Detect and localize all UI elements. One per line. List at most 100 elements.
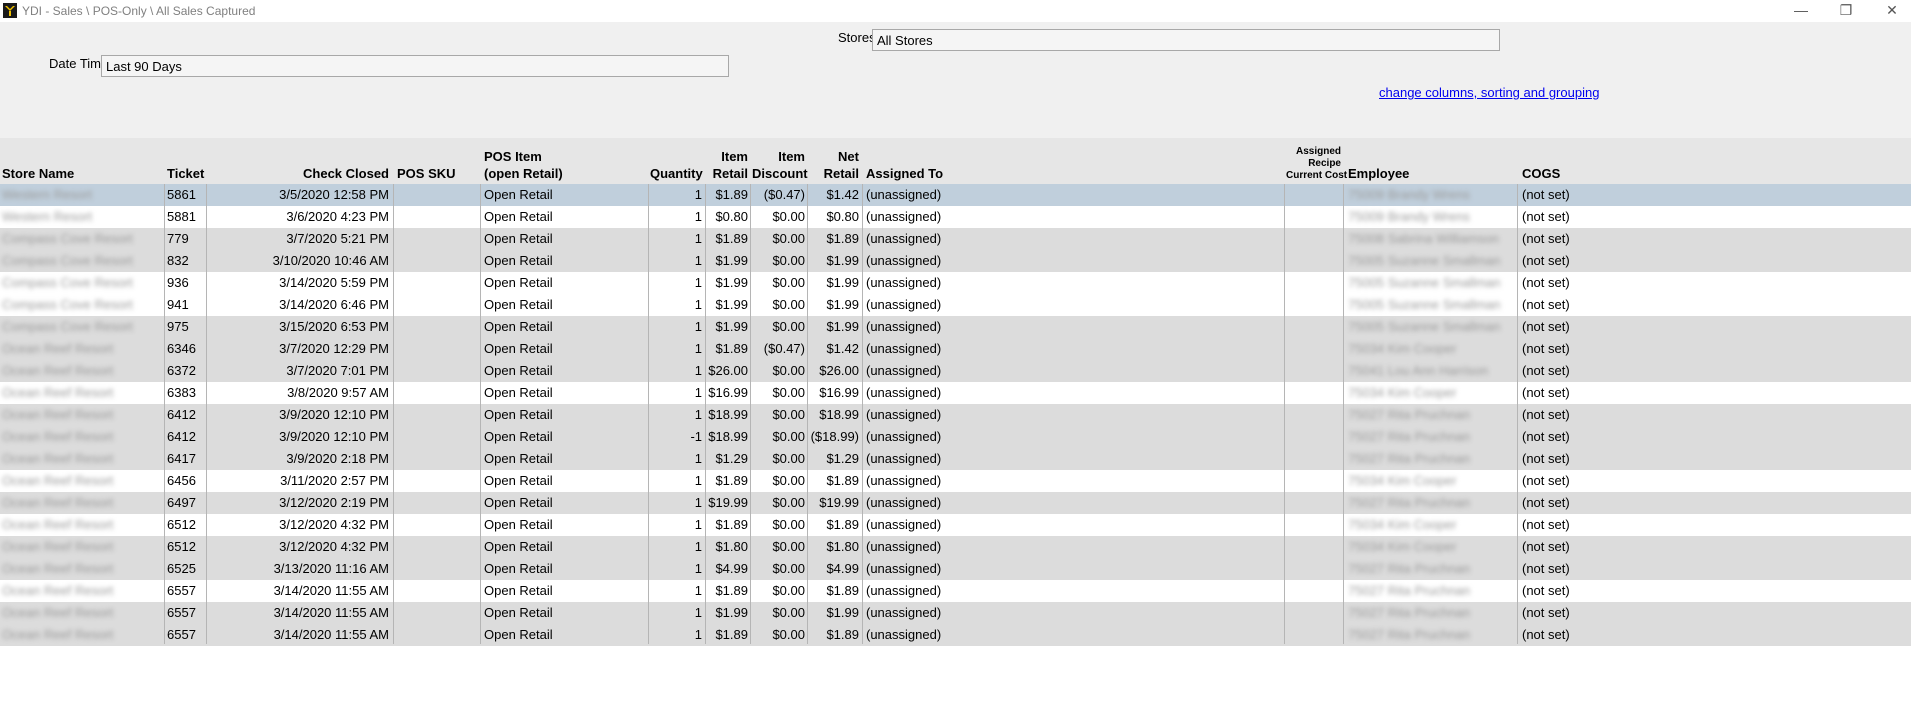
col-header-pos-sku[interactable]: POS SKU bbox=[397, 165, 456, 182]
table-row[interactable]: Ocean Reef Resort 6417 3/9/2020 2:18 PM Ope… bbox=[0, 448, 1911, 470]
table-row[interactable]: Compass Cove Resort 975 3/15/2020 6:53 PM O… bbox=[0, 316, 1911, 338]
cell-cogs: (not set) bbox=[1522, 429, 1570, 444]
cell-store-name: Ocean Reef Resort bbox=[2, 385, 114, 400]
table-row[interactable]: Ocean Reef Resort 6497 3/12/2020 2:19 PM Op… bbox=[0, 492, 1911, 514]
col-header-item-discount[interactable]: Item Discount bbox=[752, 148, 808, 182]
table-row[interactable]: Ocean Reef Resort 6346 3/7/2020 12:29 PM Op… bbox=[0, 338, 1911, 360]
cell-store-name: Compass Cove Resort bbox=[2, 231, 133, 246]
table-row[interactable]: Compass Cove Resort 941 3/14/2020 6:46 PM O… bbox=[0, 294, 1911, 316]
col-header-quantity[interactable]: Quantity bbox=[650, 165, 703, 182]
cell-assigned-to: (unassigned) bbox=[866, 627, 942, 642]
cell-pos-sku bbox=[397, 580, 477, 602]
cell-store-name: Ocean Reef Resort bbox=[2, 495, 114, 510]
cell-ticket: 6372 bbox=[167, 363, 196, 378]
stores-field[interactable]: All Stores bbox=[872, 29, 1500, 51]
cell-item-discount: $0.00 bbox=[772, 385, 805, 400]
cell-store-name: Ocean Reef Resort bbox=[2, 539, 114, 554]
col-header-check-closed[interactable]: Check Closed bbox=[210, 165, 389, 182]
cell-item-retail: $1.89 bbox=[715, 473, 748, 488]
col-header-assigned-recipe-cost[interactable]: Assigned Recipe Current Cost bbox=[1286, 146, 1347, 182]
cell-cogs: (not set) bbox=[1522, 451, 1570, 466]
cell-cogs: (not set) bbox=[1522, 275, 1570, 290]
table-row[interactable]: Ocean Reef Resort 6512 3/12/2020 4:32 PM Op… bbox=[0, 514, 1911, 536]
cell-ticket: 6346 bbox=[167, 341, 196, 356]
table-row[interactable]: Compass Cove Resort 832 3/10/2020 10:46 AM… bbox=[0, 250, 1911, 272]
cell-ticket: 5881 bbox=[167, 209, 196, 224]
minimize-button[interactable]: — bbox=[1778, 0, 1824, 22]
column-divider bbox=[164, 184, 165, 644]
cell-store-name: Ocean Reef Resort bbox=[2, 473, 114, 488]
col-header-net-retail-line2: Retail bbox=[823, 166, 859, 181]
cell-item-discount: $0.00 bbox=[772, 209, 805, 224]
table-row[interactable]: Ocean Reef Resort 6557 3/14/2020 11:55 AM O… bbox=[0, 624, 1911, 646]
table-row[interactable]: Ocean Reef Resort 6557 3/14/2020 11:55 AM O… bbox=[0, 580, 1911, 602]
cell-check-closed: 3/10/2020 10:46 AM bbox=[272, 253, 389, 268]
cell-employee: 75027 Rita Pruchnan bbox=[1348, 605, 1471, 620]
table-row[interactable]: Western Resort 5881 3/6/2020 4:23 PM Open R… bbox=[0, 206, 1911, 228]
cell-assigned-to: (unassigned) bbox=[866, 429, 942, 444]
table-row[interactable]: Ocean Reef Resort 6512 3/12/2020 4:32 PM Op… bbox=[0, 536, 1911, 558]
col-header-net-retail-line1: Net bbox=[838, 149, 859, 164]
cell-ticket: 6497 bbox=[167, 495, 196, 510]
cell-item-discount: $0.00 bbox=[772, 407, 805, 422]
cell-store-name: Ocean Reef Resort bbox=[2, 363, 114, 378]
col-header-cogs[interactable]: COGS bbox=[1522, 165, 1560, 182]
cell-cogs: (not set) bbox=[1522, 341, 1570, 356]
cell-cogs: (not set) bbox=[1522, 187, 1570, 202]
table-row[interactable]: Ocean Reef Resort 6412 3/9/2020 12:10 PM Op… bbox=[0, 404, 1911, 426]
col-header-store-name[interactable]: Store Name bbox=[2, 165, 74, 182]
table-row[interactable]: Ocean Reef Resort 6372 3/7/2020 7:01 PM Ope… bbox=[0, 360, 1911, 382]
cell-quantity: 1 bbox=[694, 319, 702, 334]
datetime-field[interactable]: Last 90 Days bbox=[101, 55, 729, 77]
cell-net-retail: $1.42 bbox=[826, 341, 859, 356]
cell-item-retail: $1.99 bbox=[715, 297, 748, 312]
col-header-assigned-to[interactable]: Assigned To bbox=[866, 165, 943, 182]
cell-employee: 75034 Kim Cooper bbox=[1348, 517, 1457, 532]
col-header-employee[interactable]: Employee bbox=[1348, 165, 1409, 182]
cell-employee: 75009 Brandy Wrens bbox=[1348, 209, 1470, 224]
maximize-button[interactable]: ❐ bbox=[1823, 0, 1869, 22]
table-row[interactable]: Ocean Reef Resort 6383 3/8/2020 9:57 AM Ope… bbox=[0, 382, 1911, 404]
cell-pos-sku bbox=[397, 536, 477, 558]
table-row[interactable]: Ocean Reef Resort 6456 3/11/2020 2:57 PM Op… bbox=[0, 470, 1911, 492]
cell-cogs: (not set) bbox=[1522, 231, 1570, 246]
cell-check-closed: 3/14/2020 11:55 AM bbox=[273, 583, 389, 598]
cell-assigned-to: (unassigned) bbox=[866, 385, 942, 400]
cell-pos-item: Open Retail bbox=[484, 319, 553, 334]
cell-quantity: -1 bbox=[690, 429, 702, 444]
change-columns-link[interactable]: change columns, sorting and grouping bbox=[1379, 85, 1599, 100]
table-row[interactable]: Ocean Reef Resort 6557 3/14/2020 11:55 AM O… bbox=[0, 602, 1911, 624]
filter-panel: Stores All Stores Date Time Last 90 Days… bbox=[0, 22, 1911, 138]
col-header-pos-item[interactable]: POS Item (open Retail) bbox=[484, 148, 563, 182]
table-row[interactable]: Compass Cove Resort 936 3/14/2020 5:59 PM O… bbox=[0, 272, 1911, 294]
cell-quantity: 1 bbox=[694, 495, 702, 510]
cell-store-name: Ocean Reef Resort bbox=[2, 561, 114, 576]
cell-item-discount: $0.00 bbox=[772, 539, 805, 554]
cell-item-retail: $1.80 bbox=[715, 539, 748, 554]
cell-pos-sku bbox=[397, 382, 477, 404]
table-row[interactable]: Compass Cove Resort 779 3/7/2020 5:21 PM Op… bbox=[0, 228, 1911, 250]
table-row[interactable]: Western Resort 5861 3/5/2020 12:58 PM Open … bbox=[0, 184, 1911, 206]
cell-item-retail: $18.99 bbox=[708, 429, 748, 444]
cell-item-discount: ($0.47) bbox=[763, 187, 805, 202]
cell-cogs: (not set) bbox=[1522, 583, 1570, 598]
table-row[interactable]: Ocean Reef Resort 6525 3/13/2020 11:16 AM O… bbox=[0, 558, 1911, 580]
col-header-pos-item-line2: (open Retail) bbox=[484, 166, 563, 181]
col-header-item-retail[interactable]: Item Retail bbox=[708, 148, 748, 182]
cell-pos-item: Open Retail bbox=[484, 517, 553, 532]
cell-assigned-to: (unassigned) bbox=[866, 297, 942, 312]
col-header-ticket[interactable]: Ticket bbox=[167, 165, 204, 182]
column-divider bbox=[648, 184, 649, 644]
table-row[interactable]: Ocean Reef Resort 6412 3/9/2020 12:10 PM Op… bbox=[0, 426, 1911, 448]
cell-assigned-to: (unassigned) bbox=[866, 561, 942, 576]
cell-store-name: Ocean Reef Resort bbox=[2, 407, 114, 422]
cell-cogs: (not set) bbox=[1522, 407, 1570, 422]
col-header-net-retail[interactable]: Net Retail bbox=[810, 148, 859, 182]
cell-employee: 75027 Rita Pruchnan bbox=[1348, 495, 1471, 510]
cell-ticket: 6412 bbox=[167, 429, 196, 444]
cell-quantity: 1 bbox=[694, 561, 702, 576]
cell-net-retail: $4.99 bbox=[826, 561, 859, 576]
column-divider bbox=[1343, 184, 1344, 644]
cell-employee: 75027 Rita Pruchnan bbox=[1348, 429, 1471, 444]
close-button[interactable]: ✕ bbox=[1869, 0, 1911, 22]
